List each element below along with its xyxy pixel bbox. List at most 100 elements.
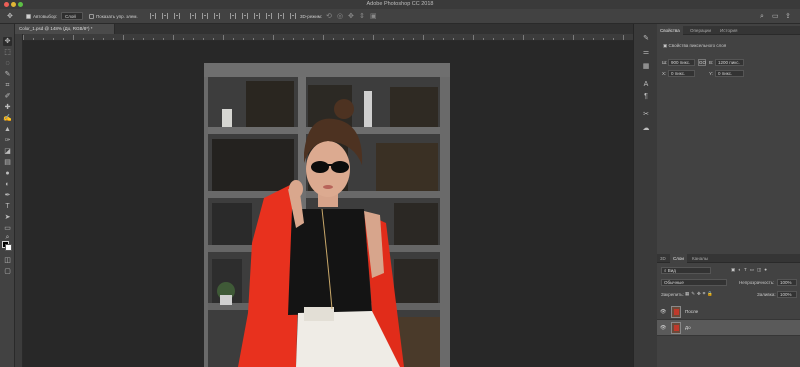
ruler-tick [463, 38, 464, 40]
pen-icon[interactable]: ✒ [3, 191, 12, 200]
layer-filter-icons[interactable]: ▣◐T▭◫● [731, 267, 770, 273]
distribute-hcenter-icon[interactable] [278, 13, 284, 19]
orbit-3d-icon[interactable]: ⟲ [326, 13, 332, 20]
crop-icon[interactable]: ⌗ [3, 81, 12, 90]
ruler-tick [363, 38, 364, 40]
distribute-left-icon[interactable] [266, 13, 272, 19]
stamp-icon[interactable]: ▲ [3, 125, 12, 134]
dodge-icon[interactable]: ◐ [3, 180, 12, 189]
quick-mask-icon[interactable]: ◫ [3, 256, 12, 265]
gradient-icon[interactable]: ▤ [3, 158, 12, 167]
tab-properties[interactable]: Свойства [657, 26, 683, 35]
align-vcenter-icon[interactable] [162, 13, 168, 19]
marquee-icon[interactable]: ⬚ [3, 48, 12, 57]
x-field[interactable]: 0 пикс. [668, 70, 695, 77]
ruler-tick [243, 38, 244, 40]
screen-mode-icon[interactable]: ▢ [3, 267, 12, 276]
link-proportions-icon[interactable]: GO [698, 59, 706, 66]
tab-3d[interactable]: 3D [657, 254, 669, 263]
ruler-tick [383, 38, 384, 40]
character-icon[interactable]: A [641, 80, 651, 90]
fill-field[interactable]: 100% [777, 291, 797, 298]
ruler-tick [113, 38, 114, 40]
tab-channels[interactable]: Каналы [689, 254, 711, 263]
path-select-icon[interactable]: ➤ [3, 213, 12, 222]
scale-3d-icon[interactable]: ▣ [370, 13, 377, 20]
distribute-vcenter-icon[interactable] [242, 13, 248, 19]
eraser-icon[interactable]: ◪ [3, 147, 12, 156]
tools-preset-icon[interactable]: ✂ [641, 110, 651, 120]
lock-icons[interactable]: ▦✎✥⌗🔒 [685, 291, 715, 297]
opacity-field[interactable]: 100% [777, 279, 797, 286]
layer-row-selected[interactable]: 👁 До [657, 320, 800, 336]
quick-select-icon[interactable]: ✎ [3, 70, 12, 79]
ruler-tick [343, 38, 344, 40]
y-field[interactable]: 0 пикс. [715, 70, 744, 77]
share-icon[interactable]: ⇪ [785, 13, 791, 20]
paragraph-icon[interactable]: ¶ [641, 92, 651, 102]
background-color-swatch[interactable] [5, 244, 12, 251]
options-bar: ✥ Автовыбор: Слой Показать упр. элем. 3D… [0, 9, 800, 24]
height-field[interactable]: 1200 пикс. [715, 59, 744, 66]
blend-mode-dropdown[interactable]: Обычные [661, 279, 727, 286]
w-label: Ш: [662, 60, 668, 65]
ruler-tick [603, 38, 604, 40]
ruler-tick [613, 38, 614, 40]
ruler-tick [423, 35, 424, 40]
history-brush-icon[interactable]: ✑ [3, 136, 12, 145]
document-image[interactable] [204, 63, 450, 367]
adjustments-icon[interactable]: ⚌ [641, 48, 651, 58]
eyedropper-icon[interactable]: ✐ [3, 92, 12, 101]
distribute-bottom-icon[interactable] [254, 13, 260, 19]
type-icon[interactable]: T [3, 202, 12, 211]
ruler-tick [303, 38, 304, 40]
libraries-icon[interactable]: ▦ [641, 62, 651, 72]
lasso-icon[interactable]: ◌ [3, 59, 12, 68]
tab-history[interactable]: История [717, 26, 740, 35]
visibility-eye-icon[interactable]: 👁 [660, 309, 666, 315]
shape-icon[interactable]: ▭ [3, 224, 12, 233]
ruler-tick [523, 35, 524, 40]
align-bottom-icon[interactable] [174, 13, 180, 19]
document-tab[interactable]: Color_1.psd @ 148% (До, RGB/8*) * [15, 24, 115, 34]
layer-name: До [685, 325, 691, 330]
distribute-top-icon[interactable] [230, 13, 236, 19]
vertical-ruler[interactable] [15, 34, 23, 367]
align-right-icon[interactable] [214, 13, 220, 19]
visibility-eye-icon[interactable]: 👁 [660, 325, 666, 331]
roll-3d-icon[interactable]: ◎ [337, 13, 343, 20]
move-icon[interactable]: ✥ [3, 37, 12, 46]
ruler-tick [73, 35, 74, 40]
slide-3d-icon[interactable]: ⇕ [359, 13, 365, 20]
horizontal-ruler[interactable] [23, 34, 633, 41]
ruler-tick [543, 38, 544, 40]
layer-row[interactable]: 👁 После [657, 304, 800, 320]
cloud-icon[interactable]: ☁ [641, 124, 651, 134]
layer-kind-filter[interactable]: ⌕ Вид [661, 267, 711, 274]
width-field[interactable]: 900 пикс. [668, 59, 695, 66]
workspace-icon[interactable]: ▭ [772, 13, 779, 20]
show-controls-checkbox[interactable] [89, 14, 94, 19]
tab-layers[interactable]: Слои [670, 254, 687, 263]
healing-icon[interactable]: ✚ [3, 103, 12, 112]
autoselect-dropdown[interactable]: Слой [61, 12, 83, 20]
ruler-tick [23, 35, 24, 40]
align-top-icon[interactable] [150, 13, 156, 19]
align-left-icon[interactable] [190, 13, 196, 19]
blur-icon[interactable]: ● [3, 169, 12, 178]
align-hcenter-icon[interactable] [202, 13, 208, 19]
opacity-label: Непрозрачность: [739, 280, 775, 285]
brush-icon[interactable]: ✍ [3, 114, 12, 123]
move-tool-icon[interactable]: ✥ [7, 13, 13, 20]
brush-settings-icon[interactable]: ✎ [641, 34, 651, 44]
search-icon[interactable]: ⌕ [760, 13, 764, 20]
canvas-area[interactable] [23, 41, 633, 367]
ruler-tick [403, 38, 404, 40]
distribute-right-icon[interactable] [290, 13, 296, 19]
ruler-tick [173, 35, 174, 40]
drag-3d-icon[interactable]: ✥ [348, 13, 354, 20]
tab-actions[interactable]: Операции [687, 26, 714, 35]
autoselect-checkbox[interactable] [26, 14, 31, 19]
ruler-tick [483, 38, 484, 40]
tools-panel: ✥ ⬚ ◌ ✎ ⌗ ✐ ✚ ✍ ▲ ✑ ◪ ▤ ● ◐ ✒ T ➤ ▭ ⌕ ◫ … [0, 24, 15, 367]
